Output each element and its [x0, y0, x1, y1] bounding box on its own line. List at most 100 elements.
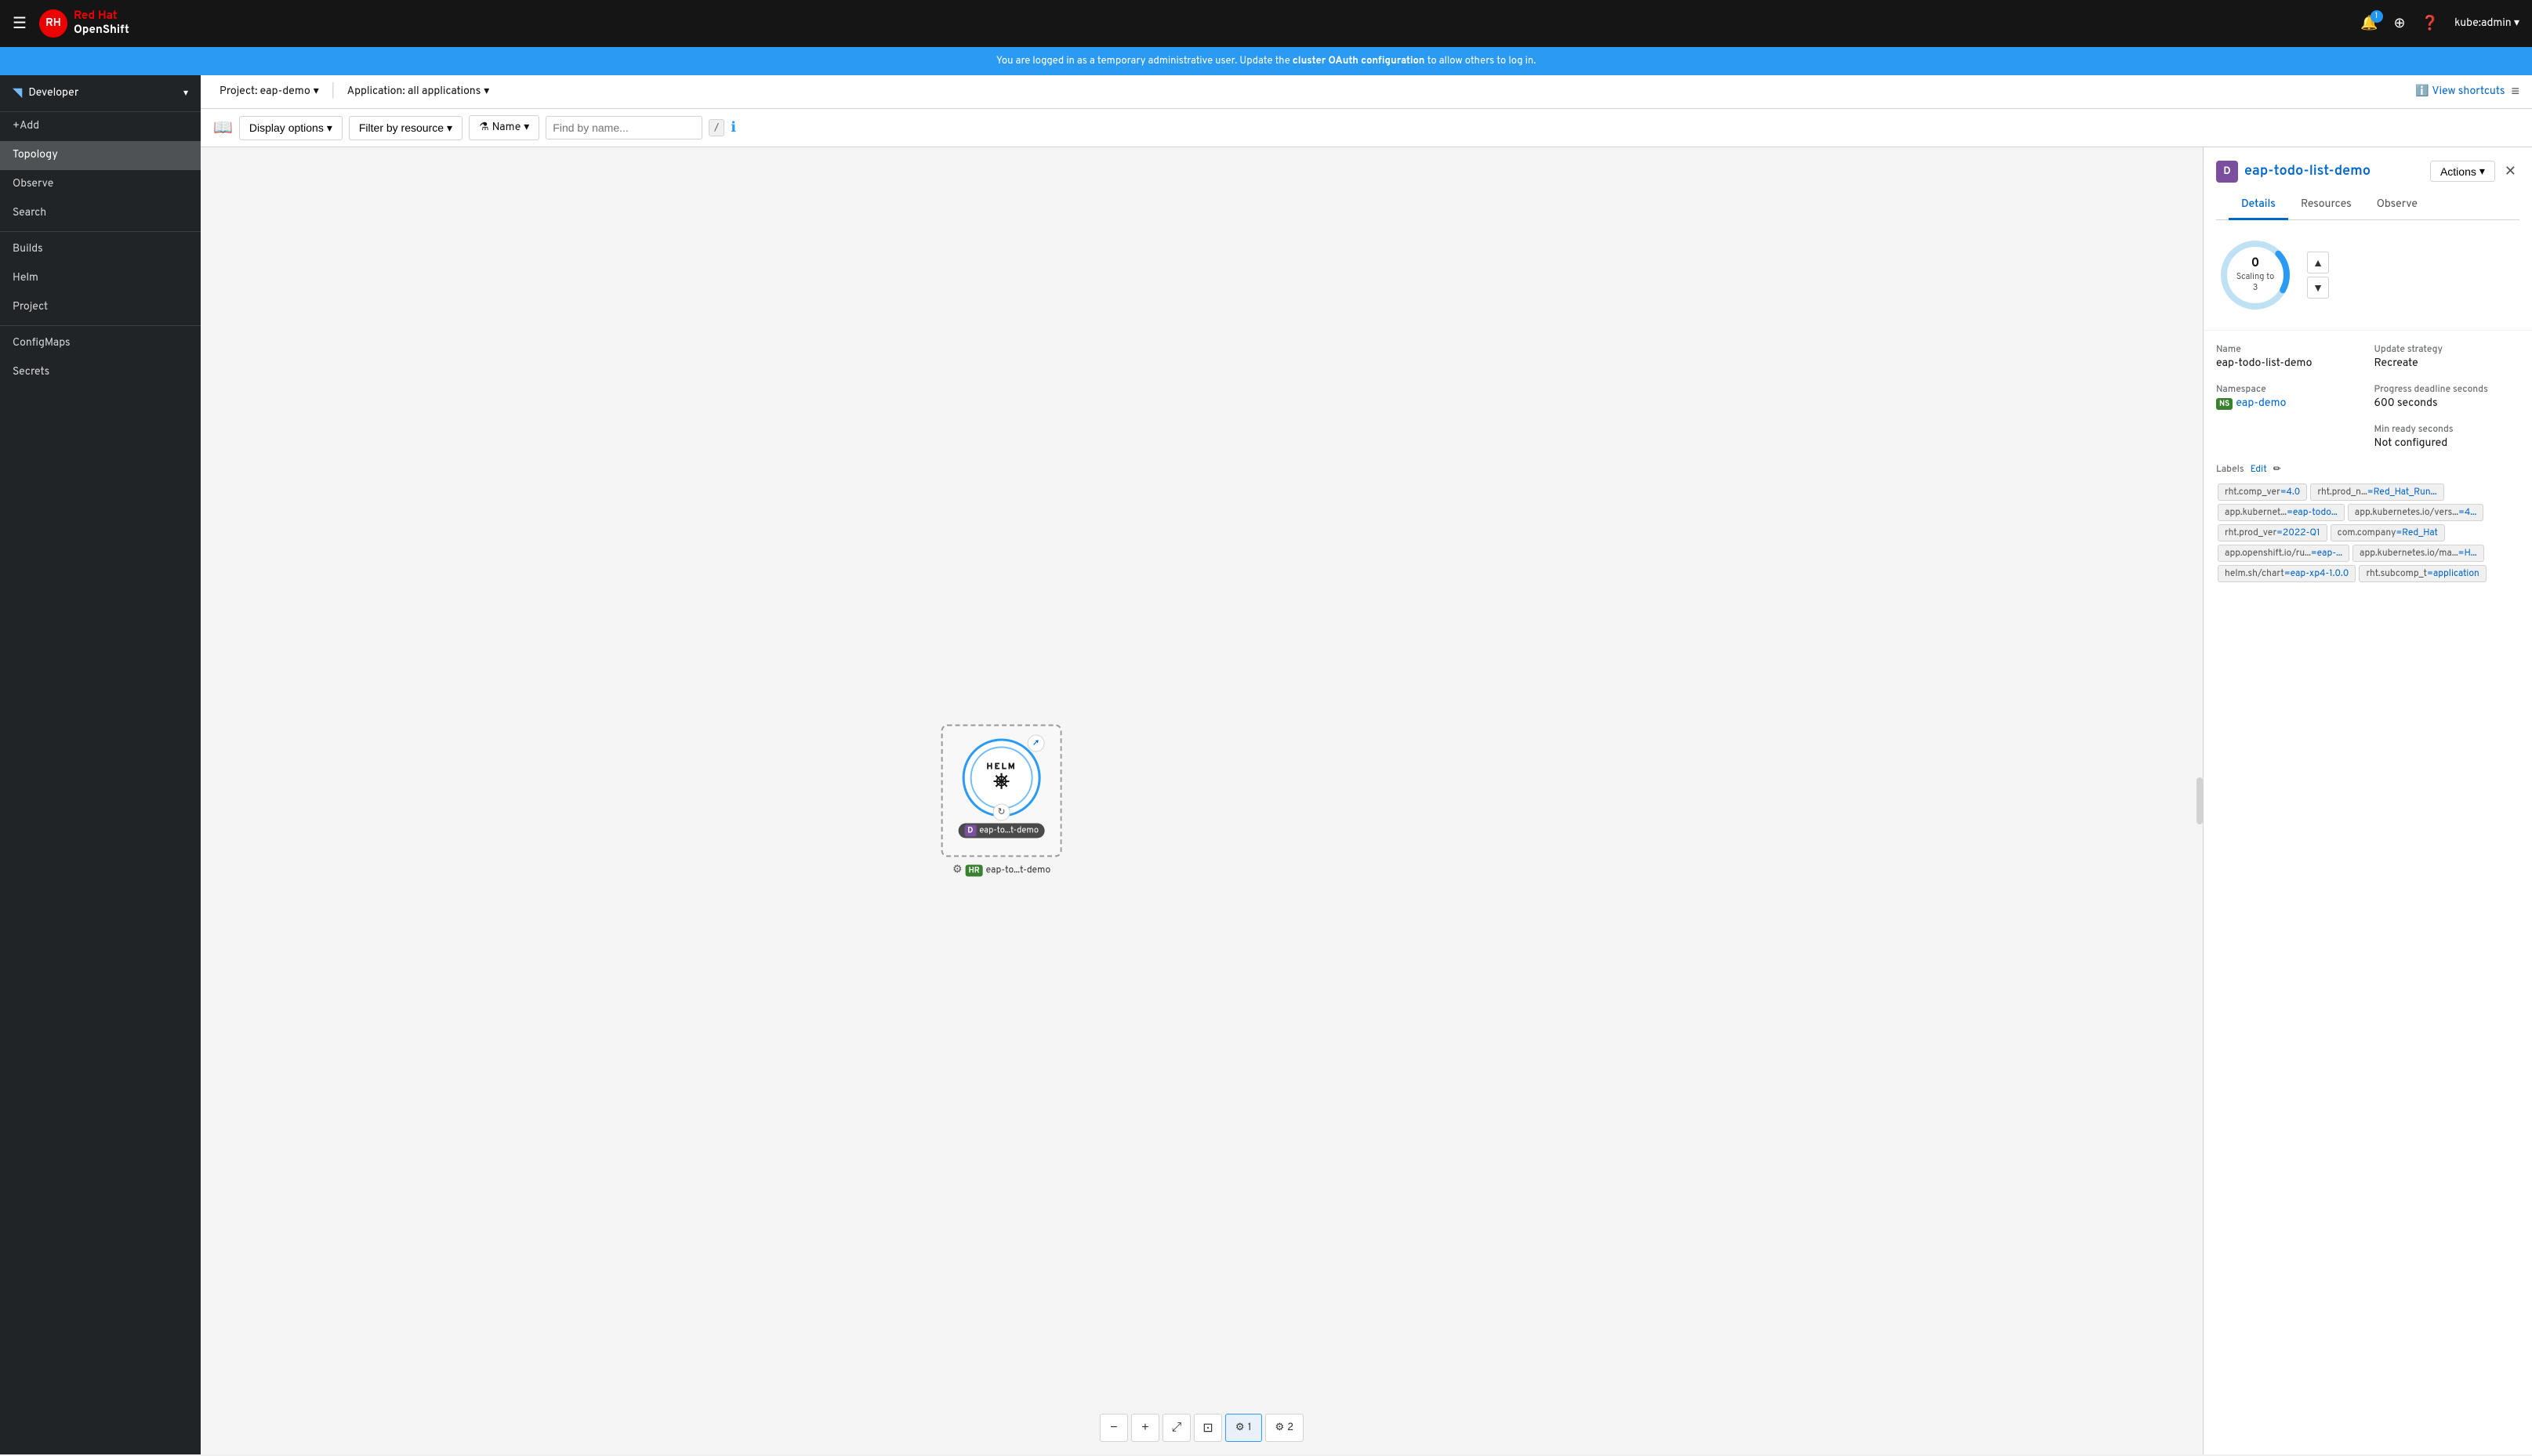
tab-resources[interactable]: Resources: [2288, 192, 2364, 220]
scale-arrows: ▲ ▼: [2307, 252, 2329, 299]
app-selector[interactable]: Application: all applications ▾: [341, 81, 496, 102]
panel-tabs: Details Resources Observe: [2216, 192, 2519, 220]
main-layout: ◥ Developer ▾ +Add Topology Observe Sear…: [0, 75, 2532, 1454]
fit-to-screen-button[interactable]: ⤢: [1163, 1414, 1191, 1442]
refresh-icon[interactable]: ↻: [993, 804, 1010, 821]
zoom-tab-1[interactable]: ⚙ 1: [1225, 1414, 1262, 1442]
user-menu[interactable]: kube:admin ▾: [2454, 16, 2519, 31]
name-value: eap-todo-list-demo: [2216, 357, 2362, 371]
name-filter-dropdown[interactable]: ⚗ Name ▾: [469, 115, 539, 140]
help-icon[interactable]: ❓: [2421, 15, 2439, 33]
display-options-button[interactable]: Display options ▾: [239, 116, 343, 140]
node-outer-ring[interactable]: ↗ HELM ⎈ ↻: [963, 739, 1041, 817]
builds-label: Builds: [13, 243, 43, 256]
node-deployment-label[interactable]: D eap-to...t-demo: [958, 824, 1045, 838]
reset-view-button[interactable]: ⊡: [1194, 1414, 1222, 1442]
topology-canvas[interactable]: ↗ HELM ⎈ ↻ D eap-to...t-demo: [201, 147, 2203, 1454]
tab-observe[interactable]: Observe: [2364, 192, 2430, 220]
add-label: +Add: [13, 120, 39, 133]
brand-logo: RH Red Hat OpenShift: [39, 9, 129, 38]
configmaps-label: ConfigMaps: [13, 337, 71, 350]
name-filter-label: Name: [492, 121, 521, 135]
role-name: Developer: [28, 87, 78, 100]
progress-label: Progress deadline seconds: [2374, 383, 2520, 396]
label-key: rht.subcomp_t: [2366, 567, 2427, 580]
edit-labels-button[interactable]: Edit: [2251, 463, 2267, 476]
project-selector[interactable]: Project: eap-demo ▾: [213, 81, 325, 102]
tab-details[interactable]: Details: [2229, 192, 2288, 220]
scale-up-button[interactable]: ▲: [2307, 252, 2329, 273]
label-value: =eap-todo...: [2287, 506, 2338, 519]
book-icon[interactable]: 📖: [213, 118, 233, 139]
label-key: app.openshift.io/ru...: [2225, 547, 2311, 560]
sidebar-item-topology[interactable]: Topology: [0, 141, 201, 170]
help-circle-icon: ℹ️: [2415, 85, 2429, 99]
toolbar-right: ℹ️ View shortcuts ≡: [2415, 83, 2519, 101]
plus-icon[interactable]: ⊕: [2394, 15, 2406, 33]
sidebar-item-observe[interactable]: Observe: [0, 170, 201, 199]
sidebar-item-builds[interactable]: Builds: [0, 235, 201, 264]
helm-node-group[interactable]: ↗ HELM ⎈ ↻ D eap-to...t-demo: [941, 725, 1062, 878]
brand-red: Red Hat: [74, 9, 129, 24]
node-sub-resource[interactable]: ⚙ HR eap-to...t-demo: [941, 864, 1062, 878]
bell-icon[interactable]: 🔔 1: [2360, 15, 2378, 33]
label-tag: app.kubernetes.io/vers...=4...: [2348, 504, 2483, 521]
node-group-container[interactable]: ↗ HELM ⎈ ↻ D eap-to...t-demo: [941, 725, 1062, 857]
app-chevron-icon: ▾: [484, 85, 489, 99]
labels-list: rht.comp_ver=4.0rht.prod_n...=Red_Hat_Ru…: [2216, 482, 2519, 584]
sidebar-item-project[interactable]: Project: [0, 293, 201, 322]
zoom-in-button[interactable]: +: [1131, 1414, 1159, 1442]
update-strategy-label: Update strategy: [2374, 343, 2520, 356]
content-area: Project: eap-demo ▾ | Application: all a…: [201, 75, 2532, 1454]
role-switcher[interactable]: ◥ Developer ▾: [0, 75, 201, 112]
min-ready-value: Not configured: [2374, 437, 2520, 451]
observe-label: Observe: [13, 178, 53, 191]
detail-progress: Progress deadline seconds 600 seconds: [2374, 383, 2520, 411]
actions-button[interactable]: Actions ▾: [2430, 161, 2495, 182]
sidebar-item-configmaps[interactable]: ConfigMaps: [0, 329, 201, 358]
sidebar-item-search[interactable]: Search: [0, 199, 201, 228]
hamburger-menu[interactable]: ☰: [13, 13, 27, 34]
find-by-name-input[interactable]: [546, 116, 702, 139]
keyboard-shortcut-hint: /: [709, 119, 724, 136]
sidebar: ◥ Developer ▾ +Add Topology Observe Sear…: [0, 75, 201, 1454]
project-chevron-icon: ▾: [314, 85, 319, 99]
filter-by-resource-button[interactable]: Filter by resource ▾: [349, 116, 463, 140]
actions-label: Actions: [2440, 165, 2476, 178]
sidebar-item-helm[interactable]: Helm: [0, 264, 201, 293]
sidebar-item-add[interactable]: +Add: [0, 112, 201, 141]
external-link-icon[interactable]: ↗: [1028, 735, 1045, 752]
filter-info-icon[interactable]: ℹ: [731, 119, 736, 137]
close-panel-button[interactable]: ✕: [2501, 160, 2519, 183]
helm-label: Helm: [13, 272, 38, 285]
actions-chevron-icon: ▾: [2479, 165, 2485, 178]
node-label-text: eap-to...t-demo: [979, 825, 1039, 836]
view-shortcuts-button[interactable]: ℹ️ View shortcuts: [2415, 85, 2505, 99]
banner-link[interactable]: cluster OAuth configuration: [1293, 55, 1425, 67]
panel-d-badge: D: [2216, 161, 2238, 183]
namespace-link[interactable]: eap-demo: [2236, 397, 2286, 411]
scroll-handle[interactable]: [2196, 777, 2203, 824]
zoom-out-button[interactable]: −: [1100, 1414, 1128, 1442]
brand-text: Red Hat OpenShift: [74, 9, 129, 38]
zoom-icon: ⚙: [1235, 1422, 1245, 1434]
notification-badge: 1: [2371, 10, 2383, 23]
filter-resource-chevron-icon: ▾: [447, 121, 452, 135]
side-panel-header-area: D eap-todo-list-demo Actions ▾ ✕ Details…: [2204, 147, 2532, 220]
zoom-tab-2[interactable]: ⚙ 2: [1264, 1414, 1304, 1442]
label-value: =2022-Q1: [2276, 527, 2320, 539]
project-label: Project: [13, 301, 48, 314]
label-tag: com.company=Red_Hat: [2331, 524, 2445, 541]
sidebar-item-secrets[interactable]: Secrets: [0, 358, 201, 387]
main-toolbar: Project: eap-demo ▾ | Application: all a…: [201, 75, 2532, 109]
label-key: app.kubernetes.io/ma...: [2360, 547, 2458, 560]
name-label: Name: [2216, 343, 2362, 356]
detail-min-ready: Min ready seconds Not configured: [2374, 423, 2520, 451]
scale-down-button[interactable]: ▼: [2307, 277, 2329, 299]
label-key: rht.prod_n...: [2317, 486, 2367, 498]
search-label: Search: [13, 207, 46, 220]
label-value: =Red_Hat: [2396, 527, 2437, 539]
label-key: rht.comp_ver: [2225, 486, 2280, 498]
list-view-icon[interactable]: ≡: [2511, 83, 2519, 101]
helm-logo: HELM ⎈: [986, 763, 1016, 792]
